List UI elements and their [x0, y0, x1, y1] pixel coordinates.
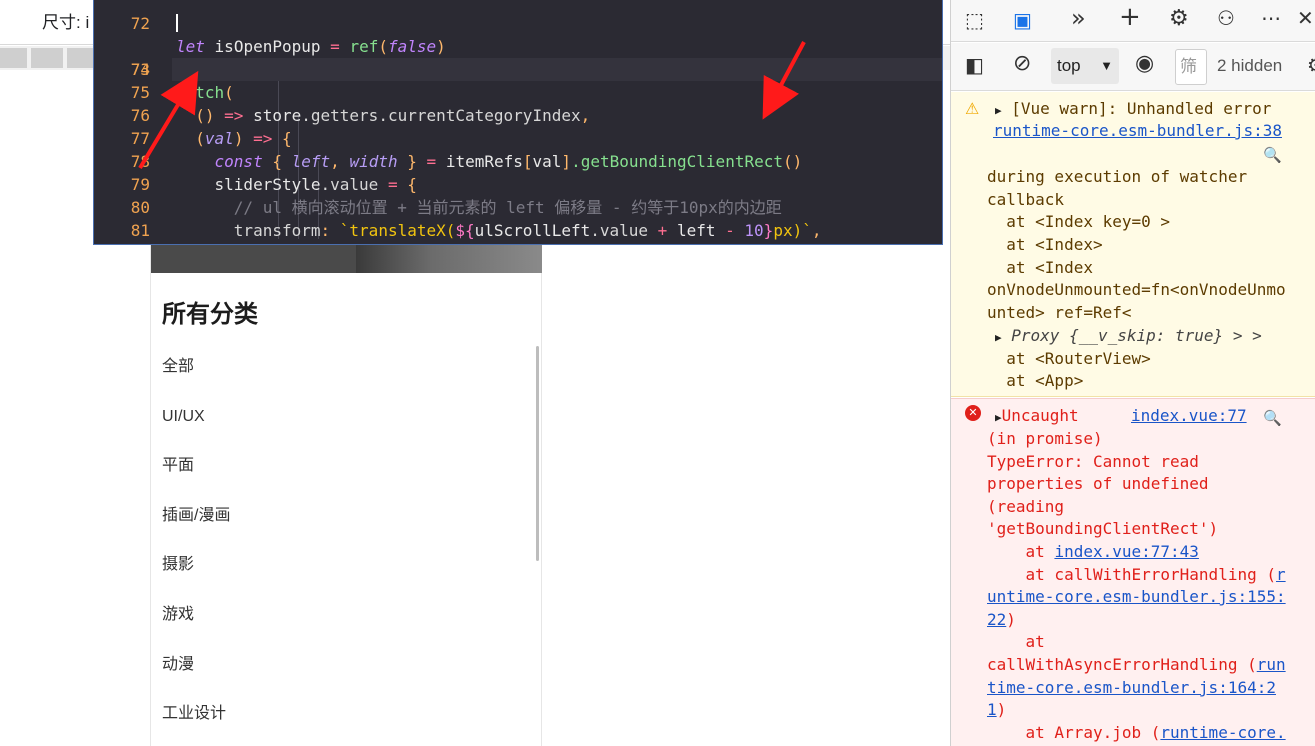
text-cursor: [176, 14, 178, 32]
category-item[interactable]: 插画/漫画: [162, 505, 230, 555]
error-title[interactable]: ▶Uncaught: [995, 405, 1079, 430]
settings-icon[interactable]: ⚙: [1169, 6, 1189, 31]
stack-frame[interactable]: untime-core.esm-bundler.js:155:: [987, 586, 1286, 609]
stack-frame[interactable]: 1): [987, 699, 1006, 722]
category-item[interactable]: UI/UX: [162, 406, 230, 456]
error-line: (reading: [987, 497, 1065, 516]
code-line: 77 const { left, width } = itemRefs[val]…: [94, 104, 942, 171]
sidebar-toggle-icon[interactable]: ◧: [965, 53, 984, 77]
code-text: width: `${width}px`: [176, 242, 417, 244]
list-scrollbar[interactable]: [536, 346, 539, 561]
ruler-cell: [0, 48, 27, 68]
warning-title[interactable]: ▶ [Vue warn]: Unhandled error: [995, 98, 1271, 123]
code-line: 72 let isOpenPopup = ref(false): [94, 0, 942, 56]
code-line: 82 }: [94, 219, 942, 244]
customize-icon[interactable]: ⚇: [1217, 6, 1235, 30]
warning-line: at <RouterView>: [987, 349, 1151, 368]
warning-line: callback: [987, 190, 1065, 209]
error-source[interactable]: index.vue:77: [1131, 405, 1247, 428]
stack-frame: at: [987, 632, 1045, 651]
code-snippet: 72 let isOpenPopup = ref(false) 73 74 wa…: [93, 0, 943, 245]
devtools-panel: ⬚ ▣ » + ⚙ ⚇ ⋯ ✕ ◧ ⊘ top ▼ ◉ 筛选 2 hidden …: [950, 0, 1315, 746]
warning-line: unted> ref=Ref<: [987, 303, 1132, 322]
clear-console-icon[interactable]: ⊘: [1013, 51, 1031, 76]
filter-input[interactable]: 筛选: [1175, 49, 1207, 85]
ruler-cell: [31, 48, 63, 68]
error-line: (in promise): [987, 429, 1103, 448]
category-item[interactable]: 动漫: [162, 654, 230, 704]
console-warning: ⚠ ▶ [Vue warn]: Unhandled error runtime-…: [951, 92, 1315, 397]
stack-frame[interactable]: at Array.job (runtime-core.: [987, 722, 1286, 745]
search-icon[interactable]: 🔍: [1263, 407, 1282, 430]
expand-triangle-icon[interactable]: ▶: [995, 327, 1002, 350]
warning-line: at <Index key=0 >: [987, 212, 1171, 231]
close-icon[interactable]: ✕: [1297, 6, 1314, 30]
live-expression-icon[interactable]: ◉: [1135, 51, 1154, 76]
code-line: 76 (val) => {: [94, 81, 942, 148]
console-toolbar: ◧ ⊘ top ▼ ◉ 筛选 2 hidden ⚙: [951, 43, 1315, 91]
console-error: ✕ ▶Uncaught index.vue:77 🔍 (in promise) …: [951, 398, 1315, 746]
category-item[interactable]: 工业设计: [162, 703, 230, 746]
category-list: 全部 UI/UX 平面 插画/漫画 摄影 游戏 动漫 工业设计: [162, 356, 230, 746]
add-panel-icon[interactable]: +: [1119, 2, 1141, 32]
category-item[interactable]: 游戏: [162, 604, 230, 654]
code-line: 74 watch(: [94, 35, 942, 102]
code-line: 73: [94, 12, 942, 81]
inspect-icon[interactable]: ⬚: [965, 8, 984, 32]
expand-triangle-icon[interactable]: ▶: [995, 407, 1002, 430]
console-settings-icon[interactable]: ⚙: [1307, 53, 1315, 77]
error-line: 'getBoundingClientRect'): [987, 519, 1219, 538]
size-label: 尺寸: i: [42, 13, 90, 32]
warning-line: during execution of watcher: [987, 167, 1248, 186]
mobile-page: 所有分类 全部 UI/UX 平面 插画/漫画 摄影 游戏 动漫 工业设计: [150, 236, 542, 746]
chevron-down-icon: ▼: [1100, 58, 1113, 73]
category-title: 所有分类: [162, 301, 258, 328]
warning-line: at <Index: [987, 258, 1093, 277]
context-value: top: [1057, 56, 1081, 75]
category-item[interactable]: 摄影: [162, 554, 230, 604]
code-line: 81 width: `${width}px`: [94, 196, 942, 240]
proxy-object[interactable]: ▶ Proxy {__v_skip: true} > >: [995, 325, 1262, 350]
stack-frame[interactable]: time-core.esm-bundler.js:164:2: [987, 677, 1276, 700]
stack-frame[interactable]: at index.vue:77:43: [987, 541, 1199, 564]
device-toggle-icon[interactable]: ▣: [1013, 8, 1032, 32]
stack-frame[interactable]: at callWithErrorHandling (r: [987, 564, 1286, 587]
code-line: 75 () => store.getters.currentCategoryIn…: [94, 58, 942, 125]
devtools-toolbar: ⬚ ▣ » + ⚙ ⚇ ⋯ ✕: [951, 0, 1315, 42]
page-viewport: 尺寸: i 所有分类 全部 UI/UX 平面 插画/漫画 摄影 游戏 动漫 工业…: [0, 0, 950, 746]
code-line: 79 // ul 横向滚动位置 + 当前元素的 left 偏移量 - 约等于10…: [94, 150, 942, 217]
category-item[interactable]: 全部: [162, 356, 230, 406]
code-line: 78 sliderStyle.value = {: [94, 127, 942, 194]
context-select[interactable]: top ▼: [1051, 48, 1119, 84]
stack-frame[interactable]: callWithAsyncErrorHandling (run: [987, 654, 1286, 677]
more-tabs-icon[interactable]: »: [1071, 4, 1086, 32]
stack-frame[interactable]: 22): [987, 609, 1016, 632]
search-icon[interactable]: 🔍: [1263, 144, 1282, 167]
warning-source[interactable]: runtime-core.esm-bundler.js:38: [993, 120, 1282, 143]
category-item[interactable]: 平面: [162, 455, 230, 505]
line-number: 82: [112, 242, 150, 244]
error-line: properties of undefined: [987, 474, 1209, 493]
warning-line: at <App>: [987, 371, 1084, 390]
more-options-icon[interactable]: ⋯: [1261, 6, 1281, 30]
code-line: 80 transform: `translateX(${ulScrollLeft…: [94, 173, 942, 240]
warning-icon: ⚠: [965, 99, 980, 118]
warning-line: onVnodeUnmounted=fn<onVnodeUnmo: [987, 280, 1286, 299]
error-icon: ✕: [965, 405, 981, 421]
warning-line: at <Index>: [987, 235, 1103, 254]
error-line: TypeError: Cannot read: [987, 452, 1199, 471]
hidden-count[interactable]: 2 hidden: [1217, 56, 1282, 76]
